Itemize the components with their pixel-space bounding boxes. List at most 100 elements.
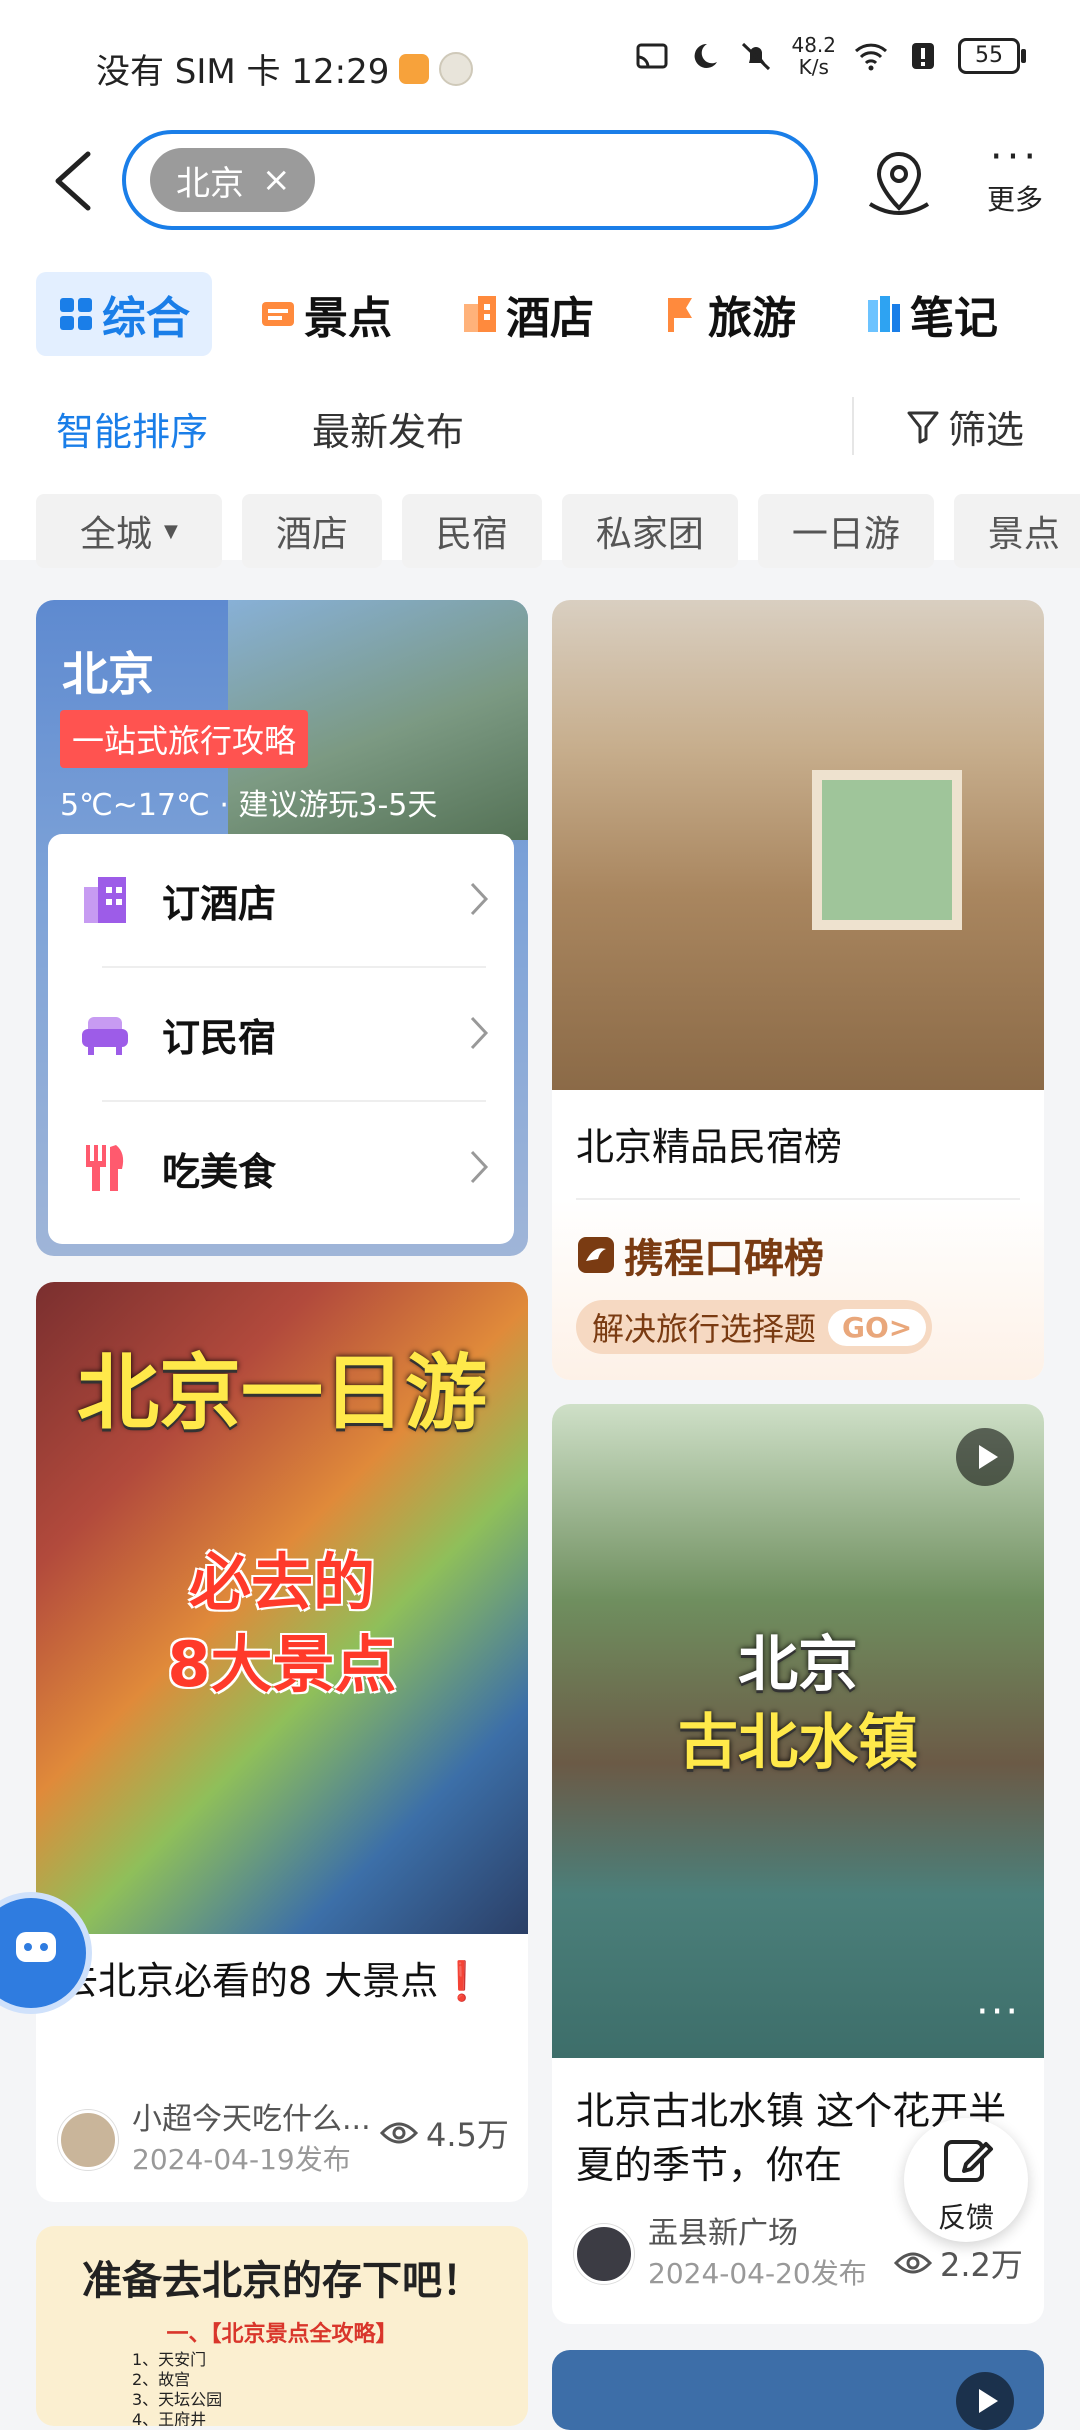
sort-smart[interactable]: 智能排序: [56, 401, 208, 456]
funnel-icon: [907, 411, 939, 443]
eye-icon: [894, 2252, 932, 2274]
post-card[interactable]: 北京一日游 必去的 8大景点 去北京必看的8 大景点❗ 小超今天吃什么... 2…: [36, 1282, 528, 2202]
brand-name: 携程口碑榜: [624, 1236, 824, 1282]
tab-comprehensive[interactable]: 综合: [36, 272, 212, 356]
avatar[interactable]: [574, 2224, 634, 2284]
search-chip[interactable]: 北京 ×: [150, 148, 315, 212]
go-badge: GO>: [828, 1308, 927, 1346]
cast-icon: [636, 43, 668, 69]
post-title: 去北京必看的8 大景点❗: [60, 1959, 486, 2003]
chip-homestay[interactable]: 民宿: [401, 494, 542, 568]
homestay-ranking-card[interactable]: 北京精品民宿榜 携程口碑榜 解决旅行选择题 GO>: [552, 600, 1044, 1380]
post-date: 2024-04-19发布: [132, 2143, 351, 2176]
dropdown-icon: ▼: [164, 520, 178, 542]
chip-label: 民宿: [435, 514, 508, 555]
search-bar[interactable]: 北京 ×: [122, 130, 818, 230]
chip-label: 景点: [987, 514, 1060, 555]
battery-icon: 55: [958, 38, 1026, 74]
chip-hotel[interactable]: 酒店: [241, 494, 382, 568]
slogan-pill[interactable]: 解决旅行选择题 GO>: [576, 1300, 933, 1354]
more-options-icon[interactable]: ···: [976, 1992, 1020, 2032]
net-speed: 48.2 K/s: [791, 34, 836, 78]
tab-attractions[interactable]: 景点: [238, 272, 414, 356]
back-arrow-icon[interactable]: [48, 150, 98, 212]
search-chip-label: 北京: [176, 163, 244, 204]
list-item: 1、天安门: [132, 2350, 207, 2369]
chip-city[interactable]: 全城 ▼: [36, 494, 222, 568]
item-label: 订酒店: [162, 881, 277, 926]
chevron-right-icon: [470, 1150, 489, 1184]
tab-hotels[interactable]: 酒店: [440, 272, 616, 356]
post-image-title: 准备去北京的存下吧！: [82, 2258, 482, 2304]
hotel-icon: [84, 877, 126, 923]
filter-button[interactable]: 筛选: [906, 399, 1024, 454]
tab-label: 笔记: [910, 293, 998, 344]
ticket-icon: [262, 302, 294, 326]
post-card[interactable]: [552, 2350, 1044, 2430]
author-name[interactable]: 盂县新广场: [648, 2214, 867, 2254]
tab-label: 景点: [304, 293, 392, 344]
feedback-label: 反馈: [937, 2201, 994, 2234]
city-guide-card[interactable]: 北京 一站式旅行攻略 5℃~17℃ · 建议游玩3-5天 订酒店 订民宿 吃美食: [36, 600, 528, 1256]
feedback-button[interactable]: 反馈: [904, 2118, 1028, 2242]
post-meta: 盂县新广场 2024-04-20发布: [574, 2214, 867, 2294]
tab-label: 酒店: [506, 293, 594, 344]
guide-menu: 订酒店 订民宿 吃美食: [48, 834, 514, 1244]
chip-label: 全城: [80, 514, 153, 555]
more-button[interactable]: ··· 更多: [980, 134, 1050, 218]
room-image: [552, 600, 1044, 1090]
hotel-icon: [464, 296, 496, 332]
chip-attraction[interactable]: 景点: [953, 494, 1080, 568]
app-badge-icon: [399, 53, 430, 84]
play-icon[interactable]: [956, 1428, 1014, 1486]
book-homestay-item[interactable]: 订民宿: [48, 968, 514, 1100]
tab-tours[interactable]: 旅游: [642, 272, 818, 356]
net-speed-value: 48.2: [791, 33, 836, 57]
filter-chips: 全城 ▼ 酒店 民宿 私家团 一日游 景点: [36, 494, 1080, 568]
window-view: [812, 770, 962, 930]
image-caption: 必去的: [188, 1546, 375, 1619]
filter-label: 筛选: [948, 408, 1025, 452]
edit-icon: [944, 2140, 993, 2182]
sort-latest[interactable]: 最新发布: [312, 401, 464, 456]
chip-day-trip[interactable]: 一日游: [757, 494, 934, 568]
play-icon[interactable]: [956, 2372, 1014, 2430]
author-name[interactable]: 小超今天吃什么...: [132, 2100, 371, 2140]
card-title: 北京精品民宿榜: [576, 1125, 843, 1169]
guide-tag: 一站式旅行攻略: [60, 710, 309, 768]
tab-label: 旅游: [708, 293, 796, 344]
list-item: 3、天坛公园: [132, 2390, 223, 2409]
category-tabs: 综合 景点 酒店 旅游 笔记: [36, 272, 1046, 356]
net-speed-unit: K/s: [798, 55, 829, 79]
flag-icon: [668, 298, 692, 332]
moon-icon: [439, 51, 474, 86]
post-image-list: 1、天安门 2、故宫 3、天坛公园 4、王府井: [132, 2350, 222, 2426]
tab-label: 综合: [102, 293, 190, 344]
list-item: 4、王府井: [132, 2410, 207, 2426]
avatar[interactable]: [58, 2110, 118, 2170]
tab-notes[interactable]: 笔记: [844, 272, 1020, 356]
guide-weather: 5℃~17℃ · 建议游玩3-5天: [60, 788, 438, 823]
post-card[interactable]: 准备去北京的存下吧！ 一、【北京景点全攻略】 1、天安门 2、故宫 3、天坛公园…: [36, 2226, 528, 2426]
view-count: 2.2万: [894, 2240, 1023, 2286]
image-caption: 北京一日游: [76, 1346, 487, 1441]
image-caption: 古北水镇: [678, 1708, 918, 1778]
book-hotel-item[interactable]: 订酒店: [48, 834, 514, 966]
chip-label: 一日游: [791, 514, 900, 555]
item-label: 吃美食: [162, 1149, 277, 1194]
chevron-right-icon: [470, 882, 489, 916]
chip-private-tour[interactable]: 私家团: [561, 494, 738, 568]
carrier-time: 没有 SIM 卡 12:29: [96, 52, 390, 92]
divider: [852, 397, 854, 455]
location-pin-icon[interactable]: [864, 148, 934, 220]
clear-chip-icon[interactable]: ×: [262, 160, 291, 200]
eat-food-item[interactable]: 吃美食: [48, 1102, 514, 1234]
author-block: 小超今天吃什么... 2024-04-19发布: [118, 2100, 371, 2180]
author-block: 盂县新广场 2024-04-20发布: [634, 2214, 867, 2294]
post-image-subtitle: 一、【北京景点全攻略】: [166, 2322, 398, 2347]
alert-icon: [912, 43, 934, 69]
more-dots-icon: ···: [989, 134, 1041, 180]
chip-label: 酒店: [275, 514, 348, 555]
view-count: 4.5万: [380, 2110, 509, 2156]
list-item: 2、故宫: [132, 2370, 191, 2389]
